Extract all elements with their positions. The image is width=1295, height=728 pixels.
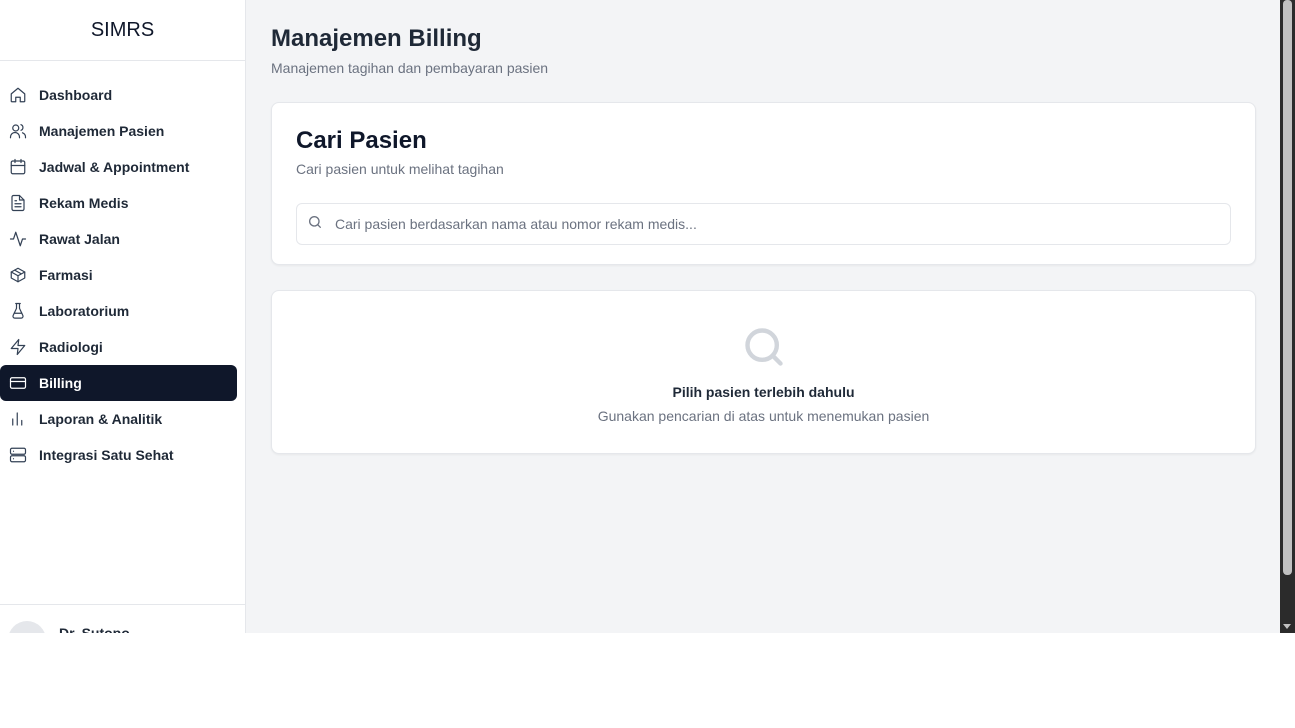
sidebar-item-label: Jadwal & Appointment: [39, 159, 190, 175]
sidebar-item-laporan[interactable]: Laporan & Analitik: [0, 401, 237, 437]
app-window: SIMRS Dashboard Manajemen Pasien Jadwal …: [0, 0, 1280, 633]
scroll-down-arrow-icon[interactable]: [1283, 624, 1291, 629]
search-input[interactable]: [333, 215, 1230, 233]
sidebar-item-integrasi[interactable]: Integrasi Satu Sehat: [0, 437, 237, 473]
brand-logo[interactable]: SIMRS: [0, 0, 245, 61]
sidebar-item-label: Integrasi Satu Sehat: [39, 447, 174, 463]
flask-icon: [8, 301, 28, 321]
scrollbar-thumb[interactable]: [1283, 0, 1292, 575]
file-text-icon: [8, 193, 28, 213]
sidebar-item-radiologi[interactable]: Radiologi: [0, 329, 237, 365]
sidebar-item-label: Farmasi: [39, 267, 93, 283]
sidebar-item-label: Billing: [39, 375, 82, 391]
card-description: Cari pasien untuk melihat tagihan: [296, 161, 504, 177]
card-title: Cari Pasien: [296, 127, 427, 154]
search-icon: [742, 325, 786, 374]
user-profile[interactable]: Dr. Sutopo: [0, 604, 245, 633]
server-icon: [8, 445, 28, 465]
credit-card-icon: [8, 373, 28, 393]
package-icon: [8, 265, 28, 285]
sidebar-item-rawat-jalan[interactable]: Rawat Jalan: [0, 221, 237, 257]
sidebar-item-label: Laboratorium: [39, 303, 130, 319]
vertical-scrollbar[interactable]: [1280, 0, 1295, 633]
main-content: Manajemen Billing Manajemen tagihan dan …: [246, 0, 1280, 633]
sidebar-item-label: Dashboard: [39, 87, 113, 103]
sidebar-nav: Dashboard Manajemen Pasien Jadwal & Appo…: [0, 61, 245, 473]
sidebar-item-billing[interactable]: Billing: [0, 365, 237, 401]
sidebar-item-manajemen-pasien[interactable]: Manajemen Pasien: [0, 113, 237, 149]
search-box[interactable]: [296, 203, 1231, 245]
users-icon: [8, 121, 28, 141]
bar-chart-icon: [8, 409, 28, 429]
sidebar-item-label: Radiologi: [39, 339, 103, 355]
sidebar-item-label: Rawat Jalan: [39, 231, 120, 247]
search-patient-card: Cari Pasien Cari pasien untuk melihat ta…: [271, 102, 1256, 265]
sidebar-item-farmasi[interactable]: Farmasi: [0, 257, 237, 293]
activity-icon: [8, 229, 28, 249]
sidebar-item-label: Manajemen Pasien: [39, 123, 165, 139]
empty-state-description: Gunakan pencarian di atas untuk menemuka…: [597, 408, 930, 424]
user-name: Dr. Sutopo: [59, 625, 130, 633]
sidebar-item-jadwal[interactable]: Jadwal & Appointment: [0, 149, 237, 185]
home-icon: [8, 85, 28, 105]
sidebar-item-laboratorium[interactable]: Laboratorium: [0, 293, 237, 329]
avatar: [8, 621, 46, 633]
sidebar-item-dashboard[interactable]: Dashboard: [0, 77, 237, 113]
sidebar-item-label: Rekam Medis: [39, 195, 129, 211]
zap-icon: [8, 337, 28, 357]
page-title: Manajemen Billing: [271, 25, 482, 52]
empty-state-card: Pilih pasien terlebih dahulu Gunakan pen…: [271, 290, 1256, 454]
search-icon: [307, 214, 323, 235]
calendar-icon: [8, 157, 28, 177]
page-subtitle: Manajemen tagihan dan pembayaran pasien: [271, 60, 549, 76]
empty-state-title: Pilih pasien terlebih dahulu: [672, 384, 855, 400]
sidebar: SIMRS Dashboard Manajemen Pasien Jadwal …: [0, 0, 246, 633]
sidebar-item-rekam-medis[interactable]: Rekam Medis: [0, 185, 237, 221]
sidebar-item-label: Laporan & Analitik: [39, 411, 163, 427]
